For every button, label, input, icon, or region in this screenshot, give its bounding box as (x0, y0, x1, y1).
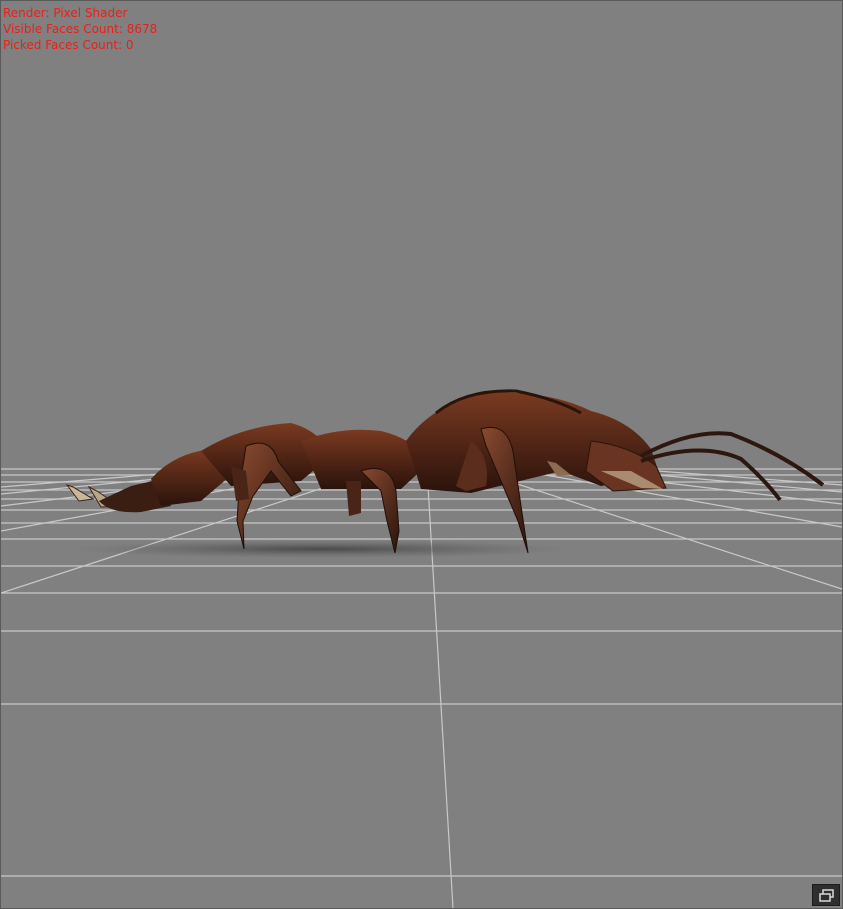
render-mode-text: Render: Pixel Shader (3, 6, 128, 20)
visible-faces-text: Visible Faces Count: 8678 (3, 22, 158, 36)
render-stats-overlay: Render: Pixel Shader Visible Faces Count… (3, 5, 157, 53)
restore-window-button[interactable] (812, 884, 840, 906)
creature-shadow (71, 540, 571, 558)
scene-canvas (1, 389, 842, 908)
restore-window-icon (819, 889, 834, 902)
thorax (301, 429, 426, 489)
ground-grid (1, 467, 842, 908)
picked-faces-text: Picked Faces Count: 0 (3, 38, 134, 52)
3d-viewport[interactable]: Render: Pixel Shader Visible Faces Count… (0, 0, 843, 909)
